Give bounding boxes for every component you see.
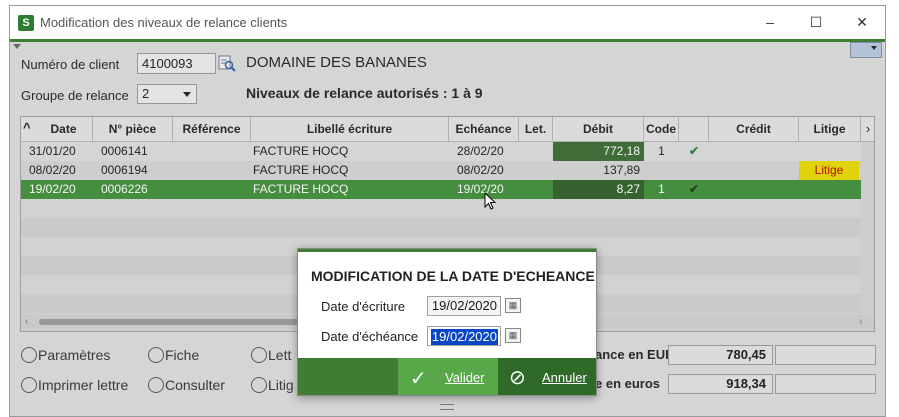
modal-footer: ✓ Valider ⊘ Annuler	[298, 358, 596, 395]
calendar-icon[interactable]: ▦	[505, 298, 521, 313]
window-title: Modification des niveaux de relance clie…	[40, 15, 288, 30]
date-ecriture-label: Date d'écriture	[321, 299, 406, 314]
minimize-button[interactable]: –	[747, 6, 793, 39]
app-icon: S	[18, 15, 34, 31]
title-bar: S Modification des niveaux de relance cl…	[10, 6, 885, 39]
modal-title: MODIFICATION DE LA DATE D'ECHEANCE	[311, 268, 595, 284]
date-ecriture-field[interactable]: 19/02/2020	[427, 296, 501, 316]
valider-button[interactable]: ✓ Valider	[398, 358, 498, 395]
calendar-icon[interactable]: ▦	[505, 328, 521, 343]
check-icon: ✓	[410, 368, 427, 390]
date-modal: MODIFICATION DE LA DATE D'ECHEANCE Date …	[297, 248, 597, 396]
maximize-button[interactable]: ☐	[793, 6, 839, 39]
modal-accent-line	[298, 249, 596, 252]
date-echeance-value: 19/02/2020	[430, 329, 498, 345]
date-echeance-label: Date d'échéance	[321, 329, 419, 344]
cancel-icon: ⊘	[509, 367, 526, 389]
date-echeance-field[interactable]: 19/02/2020	[427, 326, 501, 346]
close-button[interactable]: ✕	[839, 6, 885, 39]
valider-label: Valider	[445, 370, 485, 385]
annuler-button[interactable]: ⊘ Annuler	[498, 358, 596, 395]
mouse-cursor-icon	[484, 191, 497, 213]
annuler-label: Annuler	[542, 370, 587, 385]
